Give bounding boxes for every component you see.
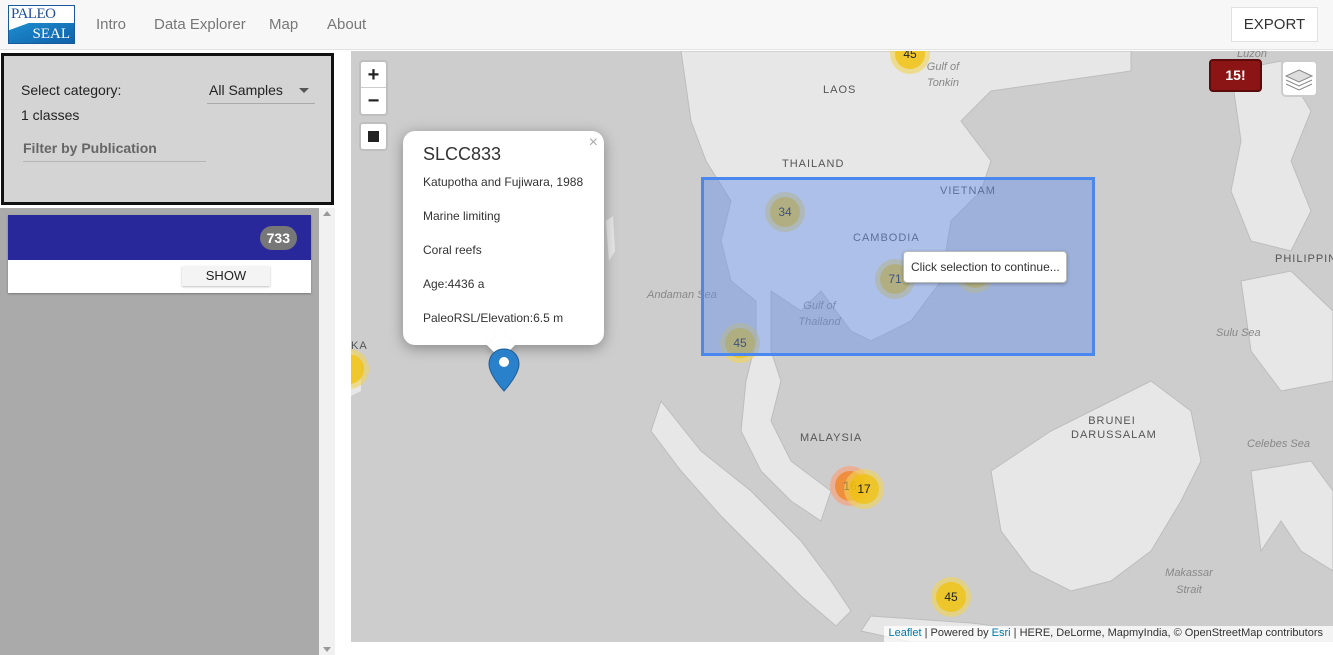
popup-title: SLCC833 (423, 144, 502, 164)
popup-material: Coral reefs (423, 243, 482, 257)
zoom-in-button[interactable]: + (361, 62, 386, 88)
map-pin-icon[interactable] (487, 347, 521, 393)
nav-about[interactable]: About (327, 16, 366, 33)
top-navbar: PALEO SEAL Intro Data Explorer Map About… (0, 0, 1333, 50)
show-button[interactable]: SHOW (182, 266, 270, 286)
selection-tooltip: Click selection to continue... (903, 251, 1067, 283)
label-makassar-strait: Makassar Strait (1165, 567, 1213, 596)
paleo-seal-logo[interactable]: PALEO SEAL (8, 5, 75, 44)
layers-button[interactable] (1281, 60, 1318, 97)
label-sulu-sea: Sulu Sea (1216, 327, 1261, 339)
label-philippines: PHILIPPINES (1275, 253, 1333, 265)
label-thailand: THAILAND (782, 158, 845, 170)
class-card-header: 733 (8, 215, 311, 260)
cluster-count (351, 354, 364, 384)
nav-data-explorer[interactable]: Data Explorer (154, 16, 246, 33)
popup-indicator: Marine limiting (423, 209, 501, 223)
popup-elevation: PaleoRSL/Elevation:6.5 m (423, 311, 564, 325)
square-icon (368, 131, 379, 142)
results-scrollbar[interactable] (319, 208, 335, 655)
logo-text-bottom: SEAL (32, 26, 71, 42)
export-button[interactable]: EXPORT (1231, 7, 1318, 42)
sidebar: Select category: All Samples 1 classes F… (0, 51, 335, 655)
count-badge: 733 (259, 226, 297, 250)
label-celebes-sea: Celebes Sea (1247, 438, 1310, 450)
classes-count: 1 classes (21, 107, 80, 123)
popup-age: Age:4436 a (423, 277, 485, 291)
marker-cluster[interactable]: 17 (844, 469, 884, 509)
nav-map[interactable]: Map (269, 16, 298, 33)
esri-link[interactable]: Esri (992, 627, 1011, 639)
cluster-count: 17 (849, 474, 879, 504)
scroll-up-arrow-icon[interactable] (323, 211, 331, 216)
label-malaysia: MALAYSIA (800, 432, 863, 444)
leaflet-link[interactable]: Leaflet (889, 627, 922, 639)
map-attribution: Leaflet | Powered by Esri | HERE, DeLorm… (883, 626, 1333, 642)
category-select-value: All Samples (209, 82, 283, 98)
label-laos: LAOS (823, 84, 857, 96)
attribution-powered: | Powered by (921, 627, 992, 639)
scroll-down-arrow-icon[interactable] (323, 647, 331, 652)
zoom-control: + − (359, 60, 388, 116)
logo-text-top: PALEO (11, 6, 56, 22)
nav-intro[interactable]: Intro (96, 16, 126, 33)
filter-panel: Select category: All Samples 1 classes F… (1, 53, 334, 205)
layers-icon (1284, 69, 1314, 91)
marker-cluster[interactable]: 45 (931, 577, 971, 617)
label-gulf-of-tonkin: Gulf of Tonkin (926, 61, 960, 89)
popup-citation: Katupotha and Fujiwara, 1988 (423, 175, 584, 189)
dropdown-caret-icon (299, 88, 309, 93)
category-select[interactable]: All Samples (207, 76, 315, 104)
alert-badge[interactable]: 15! (1209, 59, 1262, 92)
popup-close-button[interactable]: × (589, 134, 598, 152)
sample-popup: × SLCC833 Katupotha and Fujiwara, 1988 M… (403, 131, 604, 360)
attribution-sources: | HERE, DeLorme, MapmyIndia, © OpenStree… (1010, 627, 1323, 639)
zoom-out-button[interactable]: − (361, 88, 386, 114)
class-card: 733 SHOW (8, 215, 311, 293)
label-brunei: BRUNEI DARUSSALAM (1071, 415, 1157, 441)
draw-rectangle-button[interactable] (359, 122, 388, 151)
cluster-count: 45 (936, 582, 966, 612)
map-canvas[interactable]: LAOS THAILAND VIETNAM CAMBODIA MALAYSIA … (351, 51, 1333, 642)
category-label: Select category: (21, 82, 122, 98)
cluster-count: 45 (895, 51, 925, 69)
publication-filter-input[interactable]: Filter by Publication (23, 134, 206, 162)
